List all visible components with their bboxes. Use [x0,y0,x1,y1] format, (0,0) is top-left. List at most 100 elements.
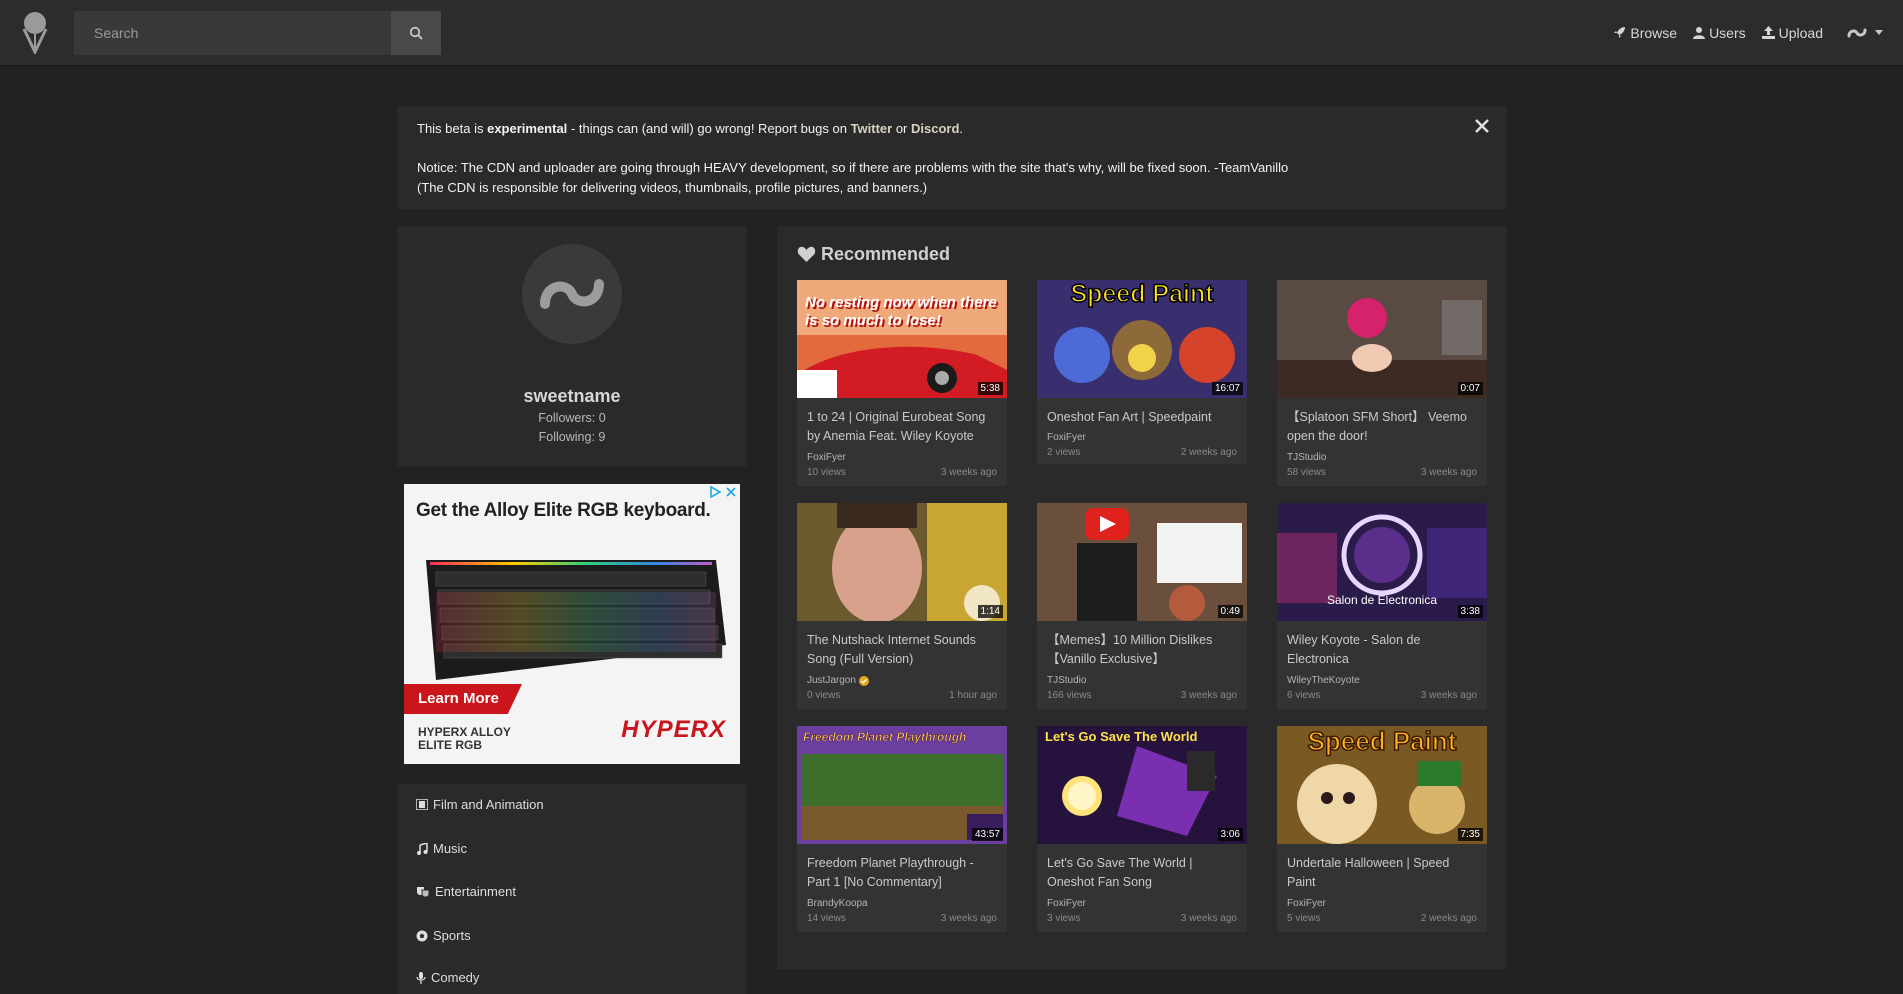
thumbnail-caption: Let's Go Save The World [1045,729,1198,744]
video-card[interactable]: Let's Go Save The World 3:06 Let's Go Sa… [1037,726,1247,932]
video-views: 10 views [807,467,846,478]
video-date: 3 weeks ago [1180,913,1237,924]
video-thumbnail[interactable]: Freedom Planet Playthrough 43:57 [797,726,1007,844]
video-thumbnail[interactable]: Let's Go Save The World 3:06 [1037,726,1247,844]
search-button[interactable] [391,11,441,55]
beta-notice: This beta is experimental - things can (… [397,106,1507,209]
video-duration: 0:49 [1217,605,1243,618]
video-duration: 0:07 [1457,382,1483,395]
video-card[interactable]: Freedom Planet Playthrough 43:57 Freedom… [797,726,1007,932]
upload-link[interactable]: Upload [1761,25,1823,41]
thumbnail-caption: Speed Paint [1070,280,1215,309]
notice-text: - things can (and will) go wrong! Report… [567,121,851,136]
video-title[interactable]: Let's Go Save The World | Oneshot Fan So… [1047,854,1239,892]
video-author[interactable]: WileyTheKoyote [1287,675,1360,686]
video-date: 3 weeks ago [1420,467,1477,478]
hyperx-logo: HYPERX [621,716,726,743]
caret-down-icon [1875,30,1883,35]
browse-link[interactable]: Browse [1613,25,1677,41]
ad-controls [709,486,737,498]
profile-username[interactable]: sweetname [397,386,747,407]
video-card[interactable]: Speed Paint 7:35 Undertale Halloween | S… [1277,726,1487,932]
video-title[interactable]: 1 to 24 | Original Eurobeat Song by Anem… [807,408,999,446]
learn-more-button[interactable]: Learn More [404,684,522,714]
notice-line-2: Notice: The CDN and uploader are going t… [417,160,1289,175]
film-icon [416,799,428,810]
recommended-section: Recommended No resting now when there is… [777,226,1507,969]
author-name: WileyTheKoyote [1287,675,1360,686]
users-label: Users [1709,24,1746,41]
rocket-icon [1614,27,1626,38]
upload-icon [1761,26,1775,39]
video-duration: 1:14 [977,605,1003,618]
video-title[interactable]: Wiley Koyote - Salon de Electronica [1287,631,1479,669]
video-thumbnail[interactable]: 1:14 [797,503,1007,621]
following-count: Following: 9 [538,430,606,444]
users-link[interactable]: Users [1693,25,1746,41]
user-avatar-icon [1847,28,1867,37]
video-duration: 5:38 [977,382,1003,395]
thumbnail-caption: Freedom Planet Playthrough [803,730,967,745]
author-name: BrandyKoopa [807,898,868,909]
video-author[interactable]: JustJargon [807,675,869,686]
video-card[interactable]: 0:07 【Splatoon SFM Short】 Veemo open the… [1277,280,1487,486]
video-duration: 16:07 [1211,382,1243,395]
avatar[interactable] [522,244,622,344]
video-date: 3 weeks ago [1180,690,1237,701]
notice-text: This beta is [417,121,488,136]
search-input[interactable] [74,11,391,55]
keyboard-image [426,560,726,680]
video-author[interactable]: FoxiFyer [1047,898,1086,909]
video-card[interactable]: Speed Paint 16:07 Oneshot Fan Art | Spee… [1037,280,1247,464]
video-duration: 43:57 [971,828,1003,841]
video-title[interactable]: Freedom Planet Playthrough - Part 1 [No … [807,854,999,892]
category-sports[interactable]: Sports [416,928,471,943]
video-card[interactable]: 1:14 The Nutshack Internet Sounds Song (… [797,503,1007,709]
video-views: 166 views [1047,690,1092,701]
microphone-icon [416,971,426,984]
video-thumbnail[interactable]: Speed Paint 16:07 [1037,280,1247,398]
video-title[interactable]: 【Memes】10 Million Dislikes 【Vanillo Excl… [1047,631,1239,669]
video-thumbnail[interactable]: 0:07 [1277,280,1487,398]
video-author[interactable]: TJStudio [1047,675,1086,686]
top-navbar: Browse Users Upload [0,0,1903,66]
video-thumbnail[interactable]: Speed Paint 7:35 [1277,726,1487,844]
video-thumbnail[interactable]: Salon de Electronica 3:38 [1277,503,1487,621]
vanillo-logo-icon[interactable] [18,12,52,54]
thumbnail-image [1277,280,1487,398]
video-title[interactable]: Oneshot Fan Art | Speedpaint [1047,408,1239,427]
video-date: 1 hour ago [949,690,997,701]
video-title[interactable]: The Nutshack Internet Sounds Song (Full … [807,631,999,669]
category-film-and-animation[interactable]: Film and Animation [416,797,544,812]
video-author[interactable]: FoxiFyer [1047,432,1086,443]
ad-headline: Get the Alloy Elite RGB keyboard. [416,500,711,521]
author-name: JustJargon [807,675,856,686]
twitter-link[interactable]: Twitter [851,121,893,136]
close-icon[interactable] [1472,116,1492,136]
author-name: FoxiFyer [1047,898,1086,909]
video-thumbnail[interactable]: No resting now when there is so much to … [797,280,1007,398]
video-thumbnail[interactable]: 0:49 [1037,503,1247,621]
advertisement[interactable]: Get the Alloy Elite RGB keyboard. Learn … [404,484,740,764]
category-music[interactable]: Music [416,841,467,856]
video-author[interactable]: BrandyKoopa [807,898,868,909]
video-author[interactable]: FoxiFyer [807,452,846,463]
video-author[interactable]: FoxiFyer [1287,898,1326,909]
author-name: FoxiFyer [1287,898,1326,909]
video-author[interactable]: TJStudio [1287,452,1326,463]
thumbnail-caption: No resting now when there is so much to … [805,294,997,329]
ad-close-icon[interactable] [725,486,737,498]
video-card[interactable]: No resting now when there is so much to … [797,280,1007,486]
video-card[interactable]: 0:49 【Memes】10 Million Dislikes 【Vanillo… [1037,503,1247,709]
category-entertainment[interactable]: Entertainment [416,884,516,899]
user-menu-dropdown[interactable] [1847,27,1883,39]
video-date: 3 weeks ago [1420,690,1477,701]
video-title[interactable]: Undertale Halloween | Speed Paint [1287,854,1479,892]
adchoices-icon[interactable] [709,486,721,498]
thumbnail-caption: Speed Paint [1307,726,1457,757]
music-icon [417,842,428,855]
discord-link[interactable]: Discord [911,121,959,136]
video-duration: 3:38 [1457,605,1483,618]
video-card[interactable]: Salon de Electronica 3:38 Wiley Koyote -… [1277,503,1487,709]
video-title[interactable]: 【Splatoon SFM Short】 Veemo open the door… [1287,408,1479,446]
